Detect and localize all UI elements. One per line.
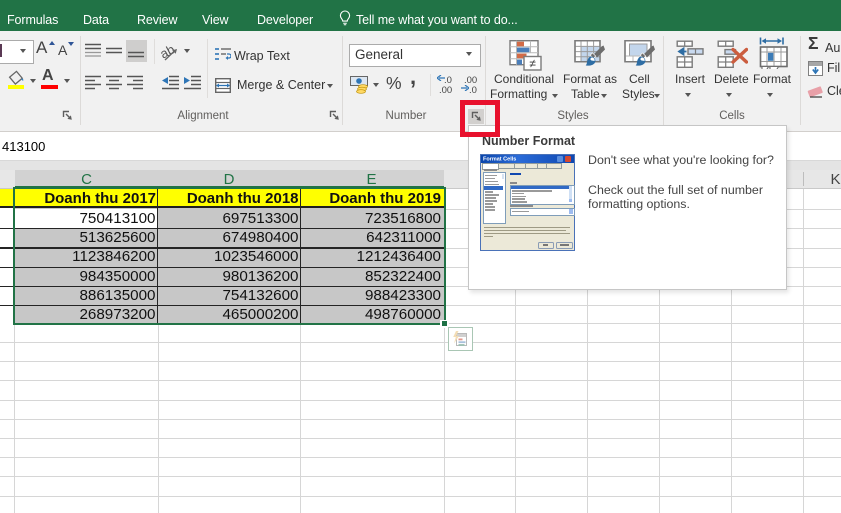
svg-text:≠: ≠ (529, 57, 536, 71)
